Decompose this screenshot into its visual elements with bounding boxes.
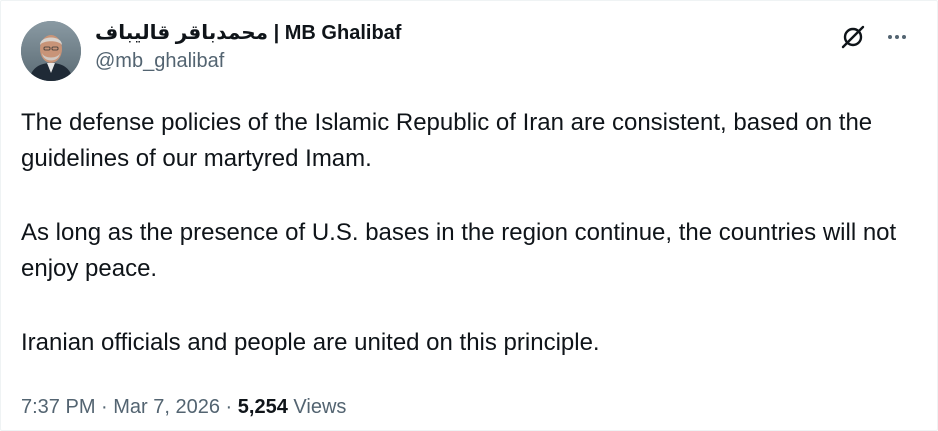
handle[interactable]: @mb_ghalibaf (95, 48, 401, 74)
meta-separator: · (220, 396, 238, 418)
tweet-meta: 7:37 PM · Mar 7, 2026 · 5,254 Views (21, 394, 346, 420)
views-label: Views (293, 396, 347, 418)
grok-button[interactable] (839, 23, 867, 51)
more-horizontal-icon (888, 35, 906, 39)
top-actions (839, 23, 911, 51)
avatar[interactable] (21, 21, 81, 81)
display-name[interactable]: محمدباقر قالیباف | MB Ghalibaf (95, 20, 401, 46)
profile-photo-icon (21, 21, 81, 81)
views-count: 5,254 (237, 396, 288, 418)
meta-separator: · (95, 396, 114, 418)
tweet-paragraph: Iranian officials and people are united … (21, 329, 600, 356)
slashed-circle-icon (841, 25, 865, 49)
tweet-text: The defense policies of the Islamic Repu… (21, 105, 921, 361)
tweet-time: 7:37 PM (21, 396, 96, 418)
tweet-paragraph: The defense policies of the Islamic Repu… (21, 109, 873, 172)
tweet-timestamp-link[interactable]: 7:37 PM · Mar 7, 2026 (21, 396, 220, 418)
user-info: محمدباقر قالیباف | MB Ghalibaf @mb_ghali… (95, 20, 401, 74)
tweet-card: محمدباقر قالیباف | MB Ghalibaf @mb_ghali… (0, 0, 938, 431)
tweet-paragraph: As long as the presence of U.S. bases in… (21, 219, 897, 282)
more-button[interactable] (883, 23, 911, 51)
views-link[interactable]: 5,254 Views (238, 396, 347, 418)
tweet-date: Mar 7, 2026 (113, 396, 220, 418)
